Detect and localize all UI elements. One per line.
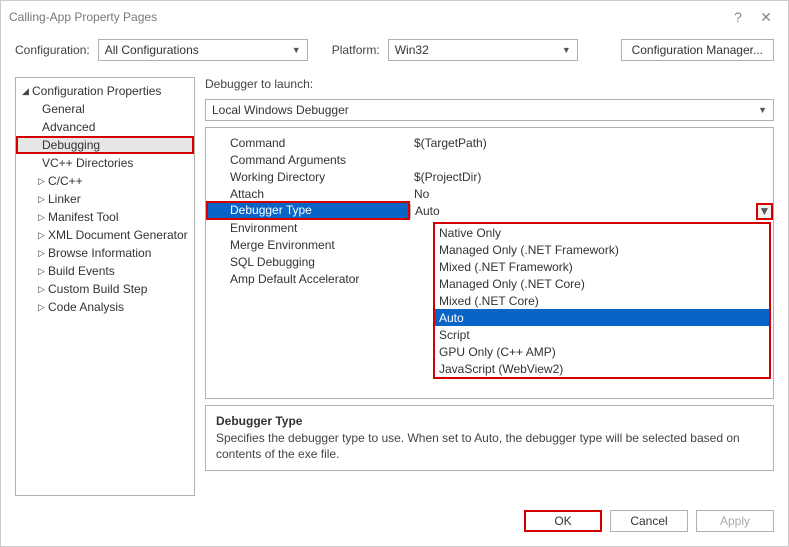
right-pane: Debugger to launch: Local Windows Debugg… bbox=[205, 77, 774, 496]
debugger-launch-combo[interactable]: Local Windows Debugger ▼ bbox=[205, 99, 774, 121]
dropdown-item[interactable]: Mixed (.NET Core) bbox=[435, 292, 769, 309]
property-row[interactable]: AttachNo bbox=[206, 185, 773, 202]
configuration-manager-button[interactable]: Configuration Manager... bbox=[621, 39, 774, 61]
tree-item[interactable]: ▷Browse Information bbox=[16, 244, 194, 262]
arrow-right-icon: ▷ bbox=[38, 230, 48, 241]
arrow-right-icon: ▷ bbox=[38, 194, 48, 205]
dropdown-item[interactable]: Managed Only (.NET Core) bbox=[435, 275, 769, 292]
property-value[interactable]: $(TargetPath) bbox=[410, 136, 773, 150]
property-row[interactable]: Command Arguments bbox=[206, 151, 773, 168]
dropdown-item[interactable]: Native Only bbox=[435, 224, 769, 241]
tree-item[interactable]: ▷Code Analysis bbox=[16, 298, 194, 316]
cancel-button[interactable]: Cancel bbox=[610, 510, 688, 532]
property-value[interactable]: Auto▼ bbox=[410, 204, 773, 218]
configuration-combo[interactable]: All Configurations ▼ bbox=[98, 39, 308, 61]
property-value[interactable]: No bbox=[410, 187, 773, 201]
debugger-type-dropdown[interactable]: Native OnlyManaged Only (.NET Framework)… bbox=[433, 222, 771, 379]
property-label: Command bbox=[206, 136, 410, 150]
property-label: Working Directory bbox=[206, 170, 410, 184]
tree-item[interactable]: Debugging bbox=[16, 136, 194, 154]
property-row[interactable]: Command$(TargetPath) bbox=[206, 134, 773, 151]
property-pages-window: Calling-App Property Pages ? ✕ Configura… bbox=[0, 0, 789, 547]
tree-item[interactable]: VC++ Directories bbox=[16, 154, 194, 172]
property-label: SQL Debugging bbox=[206, 255, 410, 269]
property-grid[interactable]: Command$(TargetPath)Command ArgumentsWor… bbox=[205, 127, 774, 399]
property-label: Command Arguments bbox=[206, 153, 410, 167]
tree-item[interactable]: General bbox=[16, 100, 194, 118]
debugger-launch-label: Debugger to launch: bbox=[205, 77, 774, 91]
dropdown-item[interactable]: Script bbox=[435, 326, 769, 343]
dropdown-button[interactable]: ▼ bbox=[756, 203, 773, 220]
property-label: Environment bbox=[206, 221, 410, 235]
footer: OK Cancel Apply bbox=[1, 502, 788, 546]
chevron-down-icon: ▼ bbox=[758, 105, 767, 115]
configuration-value: All Configurations bbox=[105, 43, 199, 57]
window-title: Calling-App Property Pages bbox=[9, 10, 724, 24]
config-row: Configuration: All Configurations ▼ Plat… bbox=[1, 33, 788, 77]
tree-item[interactable]: ▷C/C++ bbox=[16, 172, 194, 190]
description-text: Specifies the debugger type to use. When… bbox=[216, 430, 763, 462]
titlebar: Calling-App Property Pages ? ✕ bbox=[1, 1, 788, 33]
property-label: Debugger Type bbox=[206, 201, 410, 220]
tree-item[interactable]: ▷Build Events bbox=[16, 262, 194, 280]
tree-item[interactable]: ▷XML Document Generator bbox=[16, 226, 194, 244]
dropdown-item[interactable]: GPU Only (C++ AMP) bbox=[435, 343, 769, 360]
chevron-down-icon: ▼ bbox=[759, 204, 771, 218]
configuration-label: Configuration: bbox=[15, 43, 90, 57]
arrow-right-icon: ▷ bbox=[38, 266, 48, 277]
property-row[interactable]: Working Directory$(ProjectDir) bbox=[206, 168, 773, 185]
help-button[interactable]: ? bbox=[724, 9, 752, 25]
property-label: Attach bbox=[206, 187, 410, 201]
arrow-right-icon: ▷ bbox=[38, 284, 48, 295]
property-label: Amp Default Accelerator bbox=[206, 272, 410, 286]
property-row[interactable]: Debugger TypeAuto▼ bbox=[206, 202, 773, 219]
ok-button[interactable]: OK bbox=[524, 510, 602, 532]
tree-item[interactable]: ▷Manifest Tool bbox=[16, 208, 194, 226]
platform-label: Platform: bbox=[332, 43, 380, 57]
arrow-down-icon: ◢ bbox=[22, 86, 32, 97]
dropdown-item[interactable]: JavaScript (WebView2) bbox=[435, 360, 769, 377]
chevron-down-icon: ▼ bbox=[292, 45, 301, 55]
arrow-right-icon: ▷ bbox=[38, 176, 48, 187]
debugger-launch-value: Local Windows Debugger bbox=[212, 103, 349, 117]
tree-item[interactable]: ▷Custom Build Step bbox=[16, 280, 194, 298]
body: ◢Configuration PropertiesGeneralAdvanced… bbox=[1, 77, 788, 502]
dropdown-item[interactable]: Mixed (.NET Framework) bbox=[435, 258, 769, 275]
property-value[interactable]: $(ProjectDir) bbox=[410, 170, 773, 184]
dropdown-item[interactable]: Auto bbox=[435, 309, 769, 326]
tree-item[interactable]: Advanced bbox=[16, 118, 194, 136]
tree-root[interactable]: ◢Configuration Properties bbox=[16, 82, 194, 100]
arrow-right-icon: ▷ bbox=[38, 212, 48, 223]
tree-item[interactable]: ▷Linker bbox=[16, 190, 194, 208]
arrow-right-icon: ▷ bbox=[38, 302, 48, 313]
chevron-down-icon: ▼ bbox=[562, 45, 571, 55]
description-title: Debugger Type bbox=[216, 414, 763, 428]
tree-view[interactable]: ◢Configuration PropertiesGeneralAdvanced… bbox=[15, 77, 195, 496]
dropdown-item[interactable]: Managed Only (.NET Framework) bbox=[435, 241, 769, 258]
arrow-right-icon: ▷ bbox=[38, 248, 48, 259]
platform-combo[interactable]: Win32 ▼ bbox=[388, 39, 578, 61]
platform-value: Win32 bbox=[395, 43, 429, 57]
property-label: Merge Environment bbox=[206, 238, 410, 252]
close-button[interactable]: ✕ bbox=[752, 9, 780, 26]
description-panel: Debugger Type Specifies the debugger typ… bbox=[205, 405, 774, 471]
apply-button[interactable]: Apply bbox=[696, 510, 774, 532]
